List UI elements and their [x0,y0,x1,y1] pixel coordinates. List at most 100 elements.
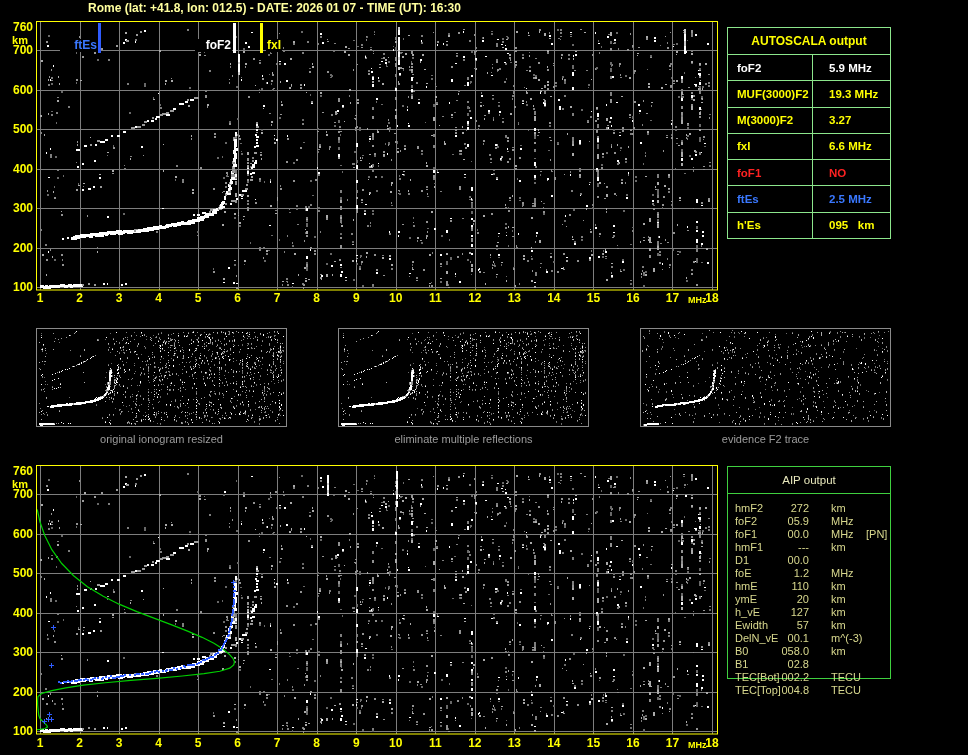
autoscala-table-row: M(3000)F23.27 [728,108,890,134]
y-tick-label: 200 [2,686,33,698]
aip-row-value: 272 [745,502,809,514]
aip-row-value: 20 [745,593,809,605]
aip-row-unit: TECU [831,671,861,683]
aip-table-row: h_vE127km [727,606,902,618]
autoscala-table-row: MUF(3000)F219.3 MHz [728,81,890,107]
thumbnail-caption-evidence: evidence F2 trace [640,433,891,445]
y-tick-label: 700 [2,488,33,500]
x-tick-label: 9 [345,292,367,304]
autoscala-row-label: foF1 [728,160,813,185]
x-tick-label: 12 [464,292,486,304]
x-tick-label: 15 [582,737,604,749]
aip-row-value: 02.8 [745,658,809,670]
aip-table-row: D100.0 [727,554,902,566]
aip-row-value: 00.0 [745,528,809,540]
aip-row-unit: km [831,502,846,514]
x-tick-label: 14 [543,737,565,749]
fof2-marker-label: foF2 [195,39,232,52]
ftes-marker-label: ftEs [60,39,98,52]
aip-table-row: hmF1---km [727,541,902,553]
aip-row-value: 127 [745,606,809,618]
aip-row-unit: km [831,645,846,657]
autoscala-table-title: AUTOSCALA output [728,28,890,55]
autoscala-row-label: h'Es [728,213,813,238]
aip-row-value: 002.2 [745,671,809,683]
y-tick-label: 300 [2,202,33,214]
aip-table-row: ymE20km [727,593,902,605]
aip-row-unit: MHz [831,528,854,540]
autoscala-row-value: 3.27 [813,108,890,133]
aip-row-value: 00.1 [745,632,809,644]
aip-table-row: foE1.2MHz [727,567,902,579]
x-tick-label: 7 [266,292,288,304]
aip-row-extra: [PN] [866,528,887,540]
y-tick-label: 200 [2,242,33,254]
aip-row-unit: m^(-3) [831,632,862,644]
page-title: Rome (lat: +41.8, lon: 012.5) - DATE: 20… [88,1,461,15]
aip-table-row: Ewidth57km [727,619,902,631]
x-tick-label: 13 [503,292,525,304]
aip-row-value: 1.2 [745,567,809,579]
y-tick-label: 400 [2,163,33,175]
autoscala-row-label: M(3000)F2 [728,108,813,133]
aip-row-unit: TECU [831,684,861,696]
aip-table-divider [728,493,890,494]
x-tick-label: 13 [503,737,525,749]
aip-table-row: B102.8 [727,658,902,670]
autoscala-row-value: NO [813,160,890,185]
autoscala-row-value: 5.9 MHz [813,55,890,80]
autoscala-row-label: MUF(3000)F2 [728,81,813,106]
aip-row-value: 110 [745,580,809,592]
y-tick-label: 100 [2,725,33,737]
x-tick-label: 15 [582,292,604,304]
autoscala-window: Rome (lat: +41.8, lon: 012.5) - DATE: 20… [0,0,968,755]
fxi-marker-label: fxI [266,39,282,52]
aip-table-row: DelN_vE00.1m^(-3) [727,632,902,644]
x-tick-label: 7 [266,737,288,749]
x-tick-label: 12 [464,737,486,749]
x-tick-label: 11 [424,292,446,304]
autoscala-row-value: 095 km [813,213,890,238]
x-tick-label: 16 [622,737,644,749]
autoscala-table-row: foF25.9 MHz [728,55,890,81]
y-tick-label: 760 [2,21,33,33]
x-tick-label: 17 [661,737,683,749]
y-tick-label: 400 [2,607,33,619]
aip-table-row: hmF2272km [727,502,902,514]
aip-row-value: 05.9 [745,515,809,527]
x-tick-label: 6 [227,737,249,749]
x-tick-label: 1 [29,737,51,749]
x-axis-unit: MHz [688,296,707,305]
x-tick-label: 4 [148,737,170,749]
y-tick-label: 300 [2,646,33,658]
aip-table-row: TEC[Bot]002.2TECU [727,671,902,683]
aip-table-row: foF100.0MHz[PN] [727,528,902,540]
autoscala-table-row: fxI6.6 MHz [728,134,890,160]
x-tick-label: 5 [187,737,209,749]
x-tick-label: 6 [227,292,249,304]
x-axis-unit: MHz [688,741,707,750]
aip-row-value: 004.8 [745,684,809,696]
autoscala-row-value: 6.6 MHz [813,134,890,159]
y-tick-label: 600 [2,84,33,96]
aip-row-value: 058.0 [745,645,809,657]
aip-table-row: TEC[Top]004.8TECU [727,684,902,696]
thumbnail-caption-eliminate: eliminate multiple reflections [338,433,589,445]
autoscala-row-value: 19.3 MHz [813,81,890,106]
aip-table-row: B0058.0km [727,645,902,657]
x-tick-label: 9 [345,737,367,749]
x-tick-label: 4 [148,292,170,304]
x-tick-label: 2 [69,292,91,304]
autoscala-row-label: ftEs [728,186,813,211]
x-tick-label: 3 [108,292,130,304]
x-tick-label: 8 [306,292,328,304]
x-tick-label: 8 [306,737,328,749]
aip-row-unit: km [831,580,846,592]
y-tick-label: 760 [2,465,33,477]
autoscala-table-row: foF1NO [728,160,890,186]
x-tick-label: 10 [385,737,407,749]
thumbnail-caption-original: original ionogram resized [36,433,287,445]
x-tick-label: 5 [187,292,209,304]
y-tick-label: 700 [2,44,33,56]
autoscala-output-table: AUTOSCALA output foF25.9 MHzMUF(3000)F21… [727,27,891,239]
